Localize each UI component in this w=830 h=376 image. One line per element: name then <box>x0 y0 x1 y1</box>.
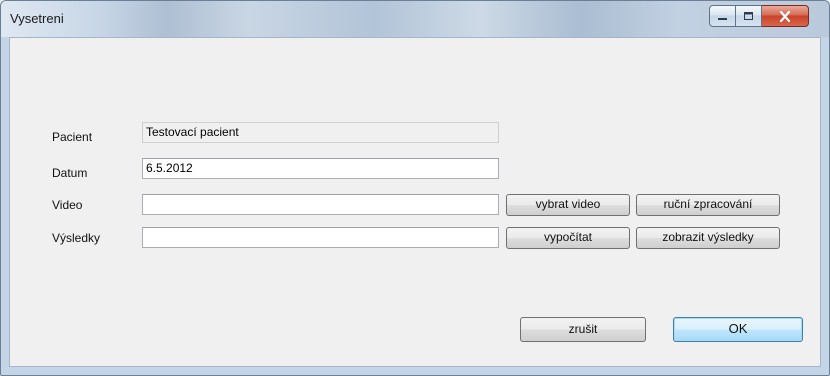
select-video-button[interactable]: vybrat video <box>506 194 630 216</box>
ok-button[interactable]: OK <box>673 317 803 342</box>
close-button[interactable] <box>762 5 809 27</box>
maximize-icon <box>744 12 753 20</box>
caption-buttons <box>709 5 809 27</box>
minimize-button[interactable] <box>709 5 736 27</box>
pacient-label: Pacient <box>52 130 93 144</box>
vysledky-label: Výsledky <box>52 231 101 245</box>
vysledky-field[interactable] <box>142 227 499 248</box>
video-label: Video <box>52 198 83 212</box>
maximize-button[interactable] <box>736 5 762 27</box>
close-icon <box>779 10 791 22</box>
pacient-field: Testovací pacient <box>142 122 499 143</box>
datum-label: Datum <box>52 166 88 180</box>
dialog-window: Vysetreni Pacient Testovací pacient Datu… <box>0 0 830 376</box>
title-bar[interactable]: Vysetreni <box>1 1 829 37</box>
datum-field[interactable]: 6.5.2012 <box>142 158 499 179</box>
window-title: Vysetreni <box>10 11 64 26</box>
manual-processing-button[interactable]: ruční zpracování <box>636 194 780 216</box>
cancel-button[interactable]: zrušit <box>520 317 646 342</box>
minimize-icon <box>718 17 727 20</box>
calculate-button[interactable]: vypočítat <box>506 227 630 249</box>
video-field[interactable] <box>142 194 499 215</box>
dialog-client-area: Pacient Testovací pacient Datum 6.5.2012… <box>9 37 821 367</box>
show-results-button[interactable]: zobrazit výsledky <box>636 227 780 249</box>
